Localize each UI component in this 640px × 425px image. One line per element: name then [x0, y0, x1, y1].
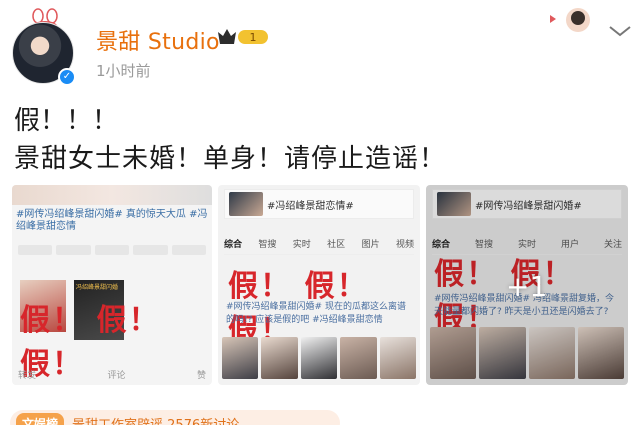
more-options-icon[interactable] [606, 22, 634, 38]
like-label: 赞 [196, 371, 206, 381]
member-crown-badge-icon[interactable]: 1 [216, 26, 270, 48]
hot-search-text: 景甜工作室辟谣 2576新讨论 [72, 417, 240, 425]
blurred-header-image [12, 185, 212, 205]
account-avatar-block[interactable]: ✓ [10, 8, 80, 86]
image-2-topic: #冯绍峰景甜恋情# [267, 200, 354, 212]
image-2-topic-thumb [229, 192, 263, 216]
post-text-line-2: 景甜女士未婚！单身！请停止造谣！ [14, 144, 447, 174]
account-name[interactable]: 景甜 Studio [96, 24, 220, 56]
image-2-photo-row [222, 337, 417, 379]
post-image-2[interactable]: #冯绍峰景甜恋情# 综合 智搜 实时 社区 图片 视频 假！ 假！ 假！ #网传冯绍峰… [218, 185, 420, 385]
badge-level: 1 [250, 31, 257, 44]
hot-search-bar[interactable]: 文娱榜 景甜工作室辟谣 2576新讨论 [10, 410, 340, 425]
hot-search-tag: 文娱榜 [16, 412, 65, 425]
repost-label: 转发 [18, 371, 37, 381]
image-1-footer: 转发 评论 赞 [18, 368, 206, 381]
verified-badge-icon: ✓ [58, 68, 76, 86]
post-text-line-1: 假！！！ [14, 106, 119, 136]
image-2-topic-card: #冯绍峰景甜恋情# [224, 189, 414, 219]
comment-label: 评论 [107, 371, 126, 381]
image-1-toolbar [18, 245, 207, 255]
image-1-card-text: 冯绍峰景甜闪婚 [76, 284, 119, 291]
post-time: 1小时前 [96, 62, 151, 80]
image-2-caption: #网传冯绍峰景甜闪婚# 现在的瓜都这么离谱的吗!? 应该是假的吧 #冯绍峰景甜恋… [226, 302, 406, 325]
weibo-post: ✓ 景甜 Studio 1 1小时前 假！！！ 景甜女士未婚！单身！请停止造谣！… [0, 0, 640, 425]
image-1-hashtags: #网传冯绍峰景甜闪婚# 真的惊天大瓜 #冯绍峰景甜恋情 [16, 209, 208, 232]
post-image-1[interactable]: #网传冯绍峰景甜闪婚# 真的惊天大瓜 #冯绍峰景甜恋情 冯绍峰景甜闪婚 假！ 假… [12, 185, 212, 385]
follower-avatar-icon[interactable] [548, 5, 598, 35]
image-2-tabs: 综合 智搜 实时 社区 图片 视频 [224, 237, 414, 255]
more-images-count[interactable]: +1 [506, 270, 547, 303]
